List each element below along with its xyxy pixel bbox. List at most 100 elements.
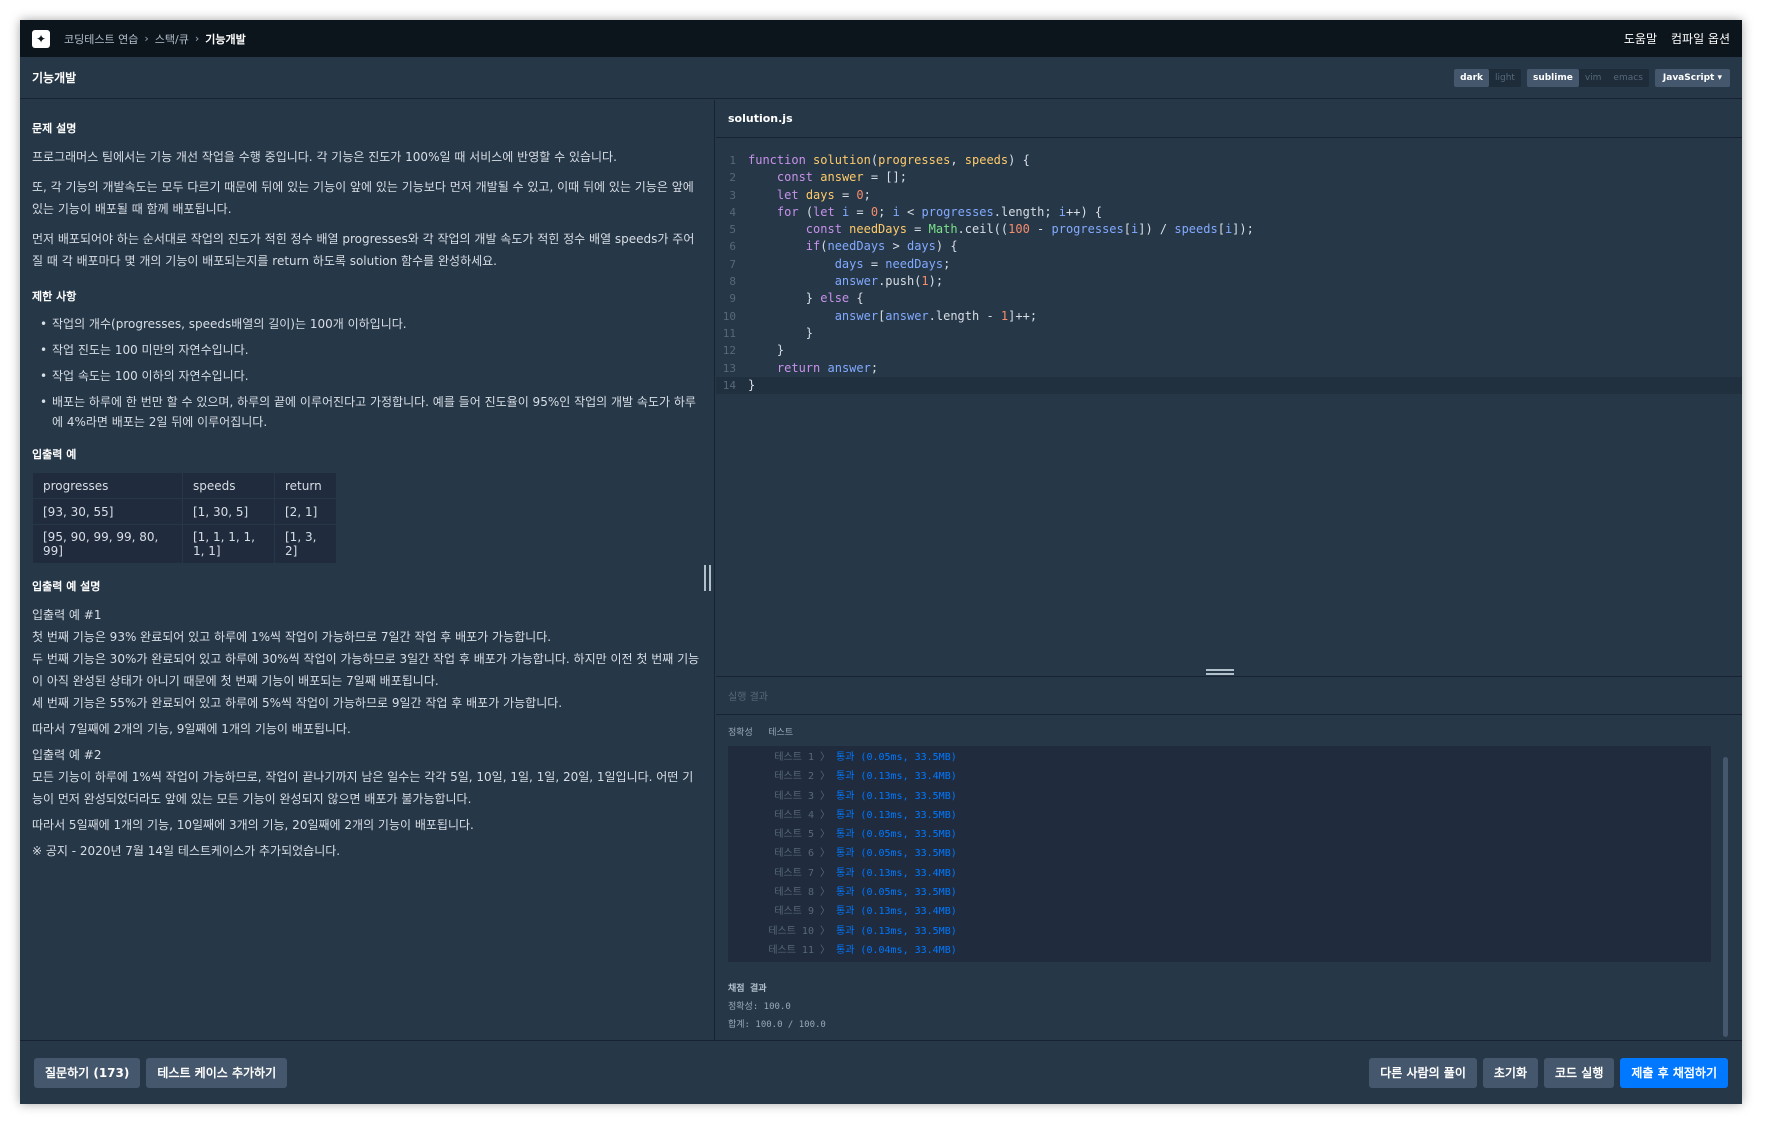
test-value: 통과 (0.04ms, 33.4MB) — [836, 944, 957, 956]
theme-light-option[interactable]: light — [1489, 69, 1521, 87]
table-row: [93, 30, 55] [1, 30, 5] [2, 1] — [32, 498, 337, 525]
notice-text: ※ 공지 - 2020년 7월 14일 테스트케이스가 추가되었습니다. — [32, 844, 341, 858]
test-value: 통과 (0.13ms, 33.4MB) — [836, 771, 957, 783]
code-line: 5 const needDays = Math.ceil((100 - prog… — [729, 222, 1254, 237]
description-paragraph: 먼저 배포되어야 하는 순서대로 작업의 진도가 적힌 정수 배열 progre… — [32, 232, 695, 268]
grade-total: 합계: 100.0 / 100.0 — [728, 1020, 826, 1031]
test-label: 테스트 8 〉 — [774, 887, 830, 899]
programmers-logo-icon[interactable]: ✦ — [32, 29, 50, 48]
example-line: 모든 기능이 하루에 1%씩 작업이 가능하므로, 작업이 끝나기까지 남은 일… — [32, 770, 694, 806]
example-title: 입출력 예 #1 — [32, 608, 102, 622]
breadcrumb: 코딩테스트 연습 › 스택/큐 › 기능개발 — [64, 31, 246, 47]
test-result-row: 테스트 11 〉 통과 (0.04ms, 33.4MB) — [728, 941, 1711, 960]
breadcrumb-item-practice[interactable]: 코딩테스트 연습 — [64, 31, 138, 47]
table-cell: [2, 1] — [274, 498, 337, 525]
example-line: 두 번째 기능은 30%가 완료되어 있고 하루에 30%씩 작업이 가능하므로… — [32, 652, 700, 688]
code-line: 14} — [716, 376, 1742, 395]
reset-button[interactable]: 초기화 — [1482, 1057, 1539, 1088]
test-value: 통과 (0.13ms, 33.5MB) — [836, 809, 957, 821]
test-result-row: 테스트 8 〉 통과 (0.05ms, 33.5MB) — [728, 883, 1711, 902]
test-label: 테스트 3 〉 — [774, 790, 830, 802]
code-line: 10 answer[answer.length - 1]++; — [722, 308, 1038, 323]
add-test-case-button[interactable]: 테스트 케이스 추가하기 — [146, 1057, 288, 1088]
table-header-cell: speeds — [182, 472, 275, 499]
keymap-vim-option[interactable]: vim — [1579, 69, 1608, 87]
test-label: 테스트 5 〉 — [774, 829, 830, 841]
table-header-cell: return — [274, 472, 337, 499]
ask-question-button[interactable]: 질문하기 (173) — [34, 1057, 141, 1088]
test-result-row: 테스트 7 〉 통과 (0.13ms, 33.4MB) — [728, 864, 1711, 883]
test-result-row: 테스트 2 〉 통과 (0.13ms, 33.4MB) — [728, 767, 1711, 786]
code-line: 13 return answer; — [722, 360, 879, 375]
code-line: 7 days = needDays; — [729, 256, 951, 271]
table-header-cell: progresses — [32, 472, 183, 499]
test-label: 테스트 11 〉 — [768, 944, 830, 956]
table-row: [95, 90, 99, 99, 80, 99] [1, 1, 1, 1, 1,… — [32, 524, 337, 564]
others-solutions-button[interactable]: 다른 사람의 풀이 — [1369, 1057, 1477, 1088]
result-title: 실행 결과 — [716, 677, 1742, 715]
editor-options: dark light sublime vim emacs JavaScript … — [1454, 68, 1730, 87]
code-line: 11 } — [722, 325, 814, 340]
constraint-item: 작업 속도는 100 이하의 자연수입니다. — [40, 366, 702, 386]
constraint-item: 작업 진도는 100 미만의 자연수입니다. — [40, 340, 702, 360]
test-value: 통과 (0.13ms, 33.4MB) — [836, 906, 957, 918]
test-label: 테스트 10 〉 — [768, 925, 830, 937]
code-area[interactable]: 1 function solution(progresses, speeds) {… — [716, 138, 1742, 395]
test-result-row: 테스트 6 〉 통과 (0.05ms, 33.5MB) — [728, 844, 1711, 863]
grade-title: 채점 결과 — [728, 984, 767, 995]
keymap-toggle: sublime vim emacs — [1526, 68, 1649, 87]
test-label: 테스트 4 〉 — [774, 809, 830, 821]
tab-test[interactable]: 테스트 — [768, 728, 793, 738]
example-2: 입출력 예 #2 모든 기능이 하루에 1%씩 작업이 가능하므로, 작업이 끝… — [32, 744, 702, 836]
result-body: 정확성 테스트 테스트 1 〉 통과 (0.05ms, 33.5MB) 테스트 2 … — [716, 715, 1742, 1044]
run-code-button[interactable]: 코드 실행 — [1544, 1057, 1615, 1088]
language-select[interactable]: JavaScript ▾ — [1654, 68, 1730, 87]
editor-filename: solution.js — [716, 100, 1742, 138]
panel-resize-handle[interactable] — [704, 565, 711, 591]
test-results-list: 테스트 1 〉 통과 (0.05ms, 33.5MB) 테스트 2 〉 통과 (0.1… — [728, 746, 1711, 963]
help-link[interactable]: 도움말 — [1624, 30, 1657, 47]
table-cell: [95, 90, 99, 99, 80, 99] — [32, 524, 183, 564]
result-scrollbar[interactable] — [1723, 757, 1728, 1037]
description-paragraph: 또, 각 기능의 개발속도는 모두 다르기 때문에 뒤에 있는 기능이 앞에 있… — [32, 180, 694, 216]
code-editor[interactable]: solution.js 1 function solution(progresse… — [716, 100, 1742, 675]
test-result-row: 테스트 5 〉 통과 (0.05ms, 33.5MB) — [728, 825, 1711, 844]
test-value: 통과 (0.13ms, 33.4MB) — [836, 867, 957, 879]
test-result-row: 테스트 1 〉 통과 (0.05ms, 33.5MB) — [728, 748, 1711, 767]
example-1: 입출력 예 #1 첫 번째 기능은 93% 완료되어 있고 하루에 1%씩 작업… — [32, 604, 702, 740]
code-line: 1 function solution(progresses, speeds) { — [729, 153, 1030, 167]
vertical-resize-handle[interactable] — [1206, 669, 1234, 675]
constraints-heading: 제한 사항 — [32, 290, 77, 303]
io-example-heading: 입출력 예 — [32, 448, 77, 461]
test-result-row: 테스트 9 〉 통과 (0.13ms, 33.4MB) — [728, 902, 1711, 921]
table-header-row: progresses speeds return — [32, 472, 337, 499]
app-window: ✦ 코딩테스트 연습 › 스택/큐 › 기능개발 도움말 컴파일 옵션 기능개발… — [20, 20, 1742, 1104]
example-conclusion: 따라서 7일째에 2개의 기능, 9일째에 1개의 기능이 배포됩니다. — [32, 722, 351, 736]
tab-accuracy[interactable]: 정확성 — [728, 728, 753, 738]
top-bar: ✦ 코딩테스트 연습 › 스택/큐 › 기능개발 도움말 컴파일 옵션 — [20, 20, 1742, 57]
table-cell: [93, 30, 55] — [32, 498, 183, 525]
constraints-list: 작업의 개수(progresses, speeds배열의 길이)는 100개 이… — [40, 314, 702, 432]
test-result-row: 테스트 10 〉 통과 (0.13ms, 33.5MB) — [728, 922, 1711, 941]
chevron-right-icon: › — [194, 32, 200, 45]
description-paragraph: 프로그래머스 팀에서는 기능 개선 작업을 수행 중입니다. 각 기능은 진도가… — [32, 150, 617, 164]
constraint-item: 배포는 하루에 한 번만 할 수 있으며, 하루의 끝에 이루어진다고 가정합니… — [40, 392, 702, 432]
result-tabs: 정확성 테스트 — [728, 725, 1730, 738]
breadcrumb-item-category[interactable]: 스택/큐 — [155, 31, 189, 47]
test-label: 테스트 6 〉 — [774, 848, 830, 860]
code-line: 8 answer.push(1); — [729, 274, 944, 289]
test-label: 테스트 9 〉 — [774, 906, 830, 918]
theme-dark-option[interactable]: dark — [1454, 68, 1490, 87]
top-links: 도움말 컴파일 옵션 — [1624, 30, 1730, 47]
compile-options-link[interactable]: 컴파일 옵션 — [1671, 30, 1730, 47]
keymap-emacs-option[interactable]: emacs — [1607, 69, 1648, 87]
io-explain-heading: 입출력 예 설명 — [32, 580, 101, 593]
test-value: 통과 (0.05ms, 33.5MB) — [836, 752, 957, 763]
keymap-sublime-option[interactable]: sublime — [1526, 68, 1579, 87]
theme-toggle: dark light — [1454, 68, 1521, 87]
test-value: 통과 (0.13ms, 33.5MB) — [836, 925, 957, 937]
io-example-table: progresses speeds return [93, 30, 55] [1… — [32, 472, 337, 564]
breadcrumb-item-current: 기능개발 — [205, 32, 246, 46]
submit-button[interactable]: 제출 후 채점하기 — [1620, 1057, 1728, 1088]
problem-header: 기능개발 dark light sublime vim emacs JavaSc… — [20, 57, 1742, 99]
